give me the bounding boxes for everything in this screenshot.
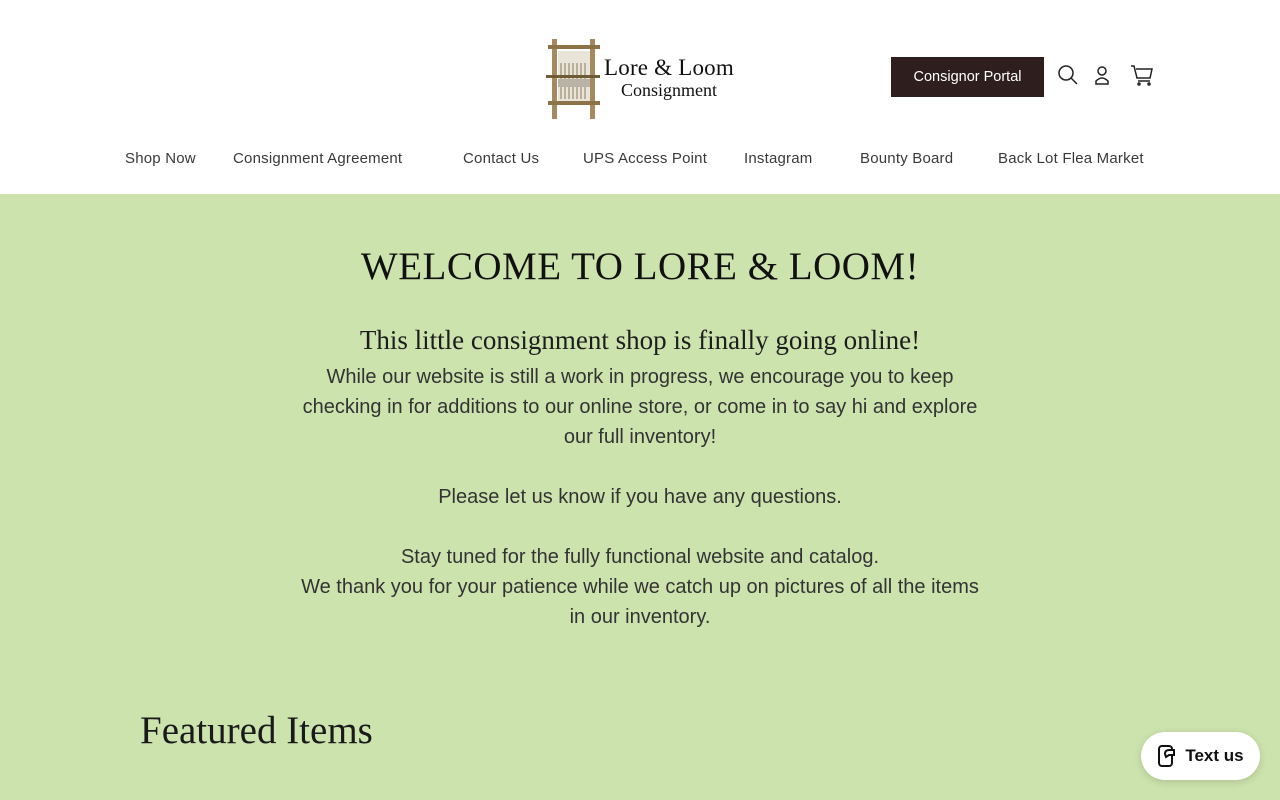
- text-us-label: Text us: [1185, 746, 1244, 765]
- welcome-paragraph-2: Please let us know if you have any quest…: [438, 486, 842, 508]
- welcome-paragraph-3b: We thank you for your patience while we …: [301, 576, 979, 628]
- nav-item-bounty-board[interactable]: Bounty Board: [860, 150, 953, 167]
- brand-subtitle: Consignment: [620, 79, 717, 100]
- consignor-portal-button[interactable]: Consignor Portal: [891, 57, 1044, 97]
- featured-items-heading: Featured Items: [140, 709, 373, 752]
- nav-item-ups-access-point[interactable]: UPS Access Point: [583, 150, 707, 167]
- nav-item-instagram[interactable]: Instagram: [744, 150, 813, 167]
- chat-phone-icon: [1158, 745, 1176, 767]
- welcome-paragraph-1: While our website is still a work in pro…: [302, 366, 978, 448]
- account-icon[interactable]: [1089, 62, 1115, 88]
- nav-item-consignment-agreement[interactable]: Consignment Agreement: [233, 150, 402, 167]
- text-us-button[interactable]: Text us: [1141, 732, 1260, 780]
- nav-item-shop-now[interactable]: Shop Now: [125, 150, 196, 167]
- site-logo[interactable]: Lore & Loom Consignment: [546, 34, 742, 122]
- search-icon[interactable]: [1055, 62, 1081, 88]
- nav-item-contact-us[interactable]: Contact Us: [463, 150, 539, 167]
- loom-icon: [546, 39, 600, 119]
- nav-item-back-lot-flea-market[interactable]: Back Lot Flea Market: [998, 150, 1144, 167]
- welcome-paragraph-3a: Stay tuned for the fully functional webs…: [400, 546, 880, 568]
- welcome-heading: WELCOME TO LORE & LOOM!: [360, 245, 920, 288]
- site-header: Lore & Loom Consignment Consignor Portal…: [0, 0, 1280, 194]
- main-navigation: Shop Now Consignment Agreement Contact U…: [0, 146, 1280, 176]
- brand-name: Lore & Loom: [604, 54, 734, 80]
- cart-icon[interactable]: [1129, 62, 1155, 88]
- welcome-intro: This little consignment shop is finally …: [359, 325, 921, 355]
